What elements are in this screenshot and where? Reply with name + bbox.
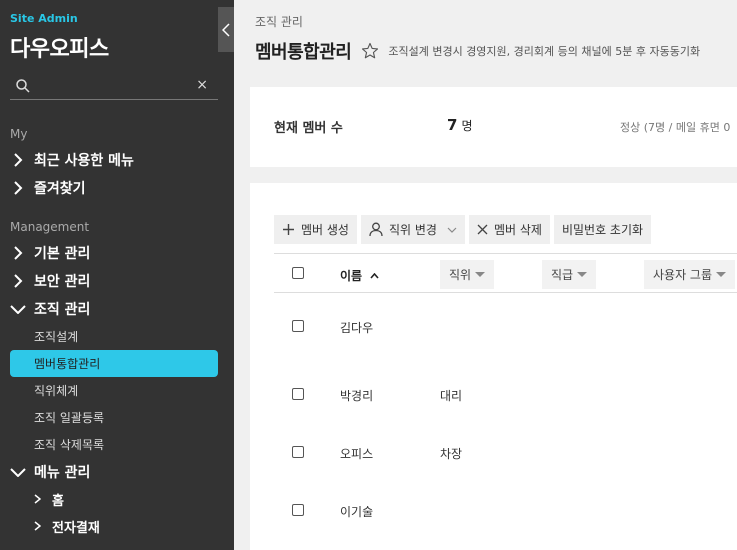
reset-password-button[interactable]: 비밀번호 초기화 bbox=[553, 215, 652, 244]
row-checkbox[interactable] bbox=[292, 446, 304, 458]
member-count-card: 현재 멤버 수 7명 정상 (7명 / 메일 휴면 0 bbox=[250, 87, 737, 167]
chevron-right-icon bbox=[10, 245, 26, 261]
search-icon bbox=[16, 79, 30, 93]
title-row: 멤버통합관리 조직설계 변경시 경영지원, 경리회계 등의 채널에 5분 후 자… bbox=[255, 38, 700, 64]
sidebar-item-security[interactable]: 보안 관리 bbox=[10, 270, 90, 292]
sidebar-sub-deleted[interactable]: 조직 삭제목록 bbox=[34, 434, 104, 454]
sort-up-icon bbox=[370, 272, 379, 279]
row-checkbox[interactable] bbox=[292, 320, 304, 332]
column-user-group-label: 사용자 그룹 bbox=[653, 268, 713, 282]
sidebar-sub-approval[interactable]: 전자결재 bbox=[34, 516, 100, 536]
sidebar: Site Admin 다우오피스 × My 최근 사용한 메뉴 즐겨찾기 Man… bbox=[0, 0, 234, 550]
page-title: 멤버통합관리 bbox=[255, 42, 352, 63]
sidebar-item-label: 최근 사용한 메뉴 bbox=[34, 153, 134, 169]
row-name[interactable]: 박경리 bbox=[340, 387, 373, 404]
main-content: 조직 관리 멤버통합관리 조직설계 변경시 경영지원, 경리회계 등의 채널에 … bbox=[234, 0, 737, 550]
close-icon bbox=[477, 224, 488, 235]
caret-down-icon bbox=[716, 272, 727, 277]
chevron-right-icon bbox=[10, 152, 26, 168]
plus-icon bbox=[282, 223, 295, 236]
sidebar-search-input[interactable]: × bbox=[10, 73, 218, 100]
column-name-header[interactable]: 이름 bbox=[340, 267, 379, 284]
row-name[interactable]: 오피스 bbox=[340, 445, 373, 462]
sidebar-item-basic[interactable]: 기본 관리 bbox=[10, 242, 90, 264]
row-name[interactable]: 이기술 bbox=[340, 503, 373, 520]
change-position-button[interactable]: 직위 변경 bbox=[360, 215, 465, 244]
section-my: My bbox=[10, 127, 28, 141]
create-member-button[interactable]: 멤버 생성 bbox=[274, 215, 357, 244]
chevron-right-icon bbox=[10, 180, 26, 196]
member-table-card: 멤버 생성 직위 변경 멤버 삭제 비밀번호 초기화 이름 직위 직급 사용자 … bbox=[250, 183, 737, 550]
sidebar-item-label: 기본 관리 bbox=[34, 246, 91, 262]
sidebar-sub-org-design[interactable]: 조직설계 bbox=[34, 326, 78, 346]
member-count-label: 현재 멤버 수 bbox=[274, 121, 343, 136]
chevron-left-icon bbox=[222, 22, 230, 37]
column-rank-label: 직급 bbox=[551, 268, 574, 282]
chevron-right-icon bbox=[10, 273, 26, 289]
row-checkbox[interactable] bbox=[292, 388, 304, 400]
sidebar-item-org[interactable]: 조직 관리 bbox=[10, 298, 90, 320]
sidebar-sub-bulk[interactable]: 조직 일괄등록 bbox=[34, 407, 104, 427]
column-rank-filter[interactable]: 직급 bbox=[542, 260, 597, 289]
member-count-unit: 명 bbox=[461, 119, 473, 133]
column-user-group-filter[interactable]: 사용자 그룹 bbox=[644, 260, 736, 289]
member-count-value: 7명 bbox=[447, 116, 472, 134]
sidebar-sub-home[interactable]: 홈 bbox=[34, 489, 64, 509]
caret-down-icon bbox=[475, 272, 486, 277]
row-checkbox[interactable] bbox=[292, 504, 304, 516]
section-management: Management bbox=[10, 220, 90, 234]
sidebar-item-menu[interactable]: 메뉴 관리 bbox=[10, 461, 90, 483]
sidebar-item-label: 보안 관리 bbox=[34, 274, 91, 290]
toolbar: 멤버 생성 직위 변경 멤버 삭제 비밀번호 초기화 bbox=[274, 215, 652, 244]
sidebar-collapse-button[interactable] bbox=[218, 7, 234, 52]
chevron-right-icon bbox=[34, 521, 46, 531]
delete-member-button[interactable]: 멤버 삭제 bbox=[468, 215, 550, 244]
star-icon[interactable] bbox=[361, 42, 379, 60]
select-all-checkbox[interactable] bbox=[292, 267, 304, 279]
change-position-label: 직위 변경 bbox=[388, 223, 437, 237]
site-admin-label: Site Admin bbox=[10, 12, 78, 25]
sidebar-item-label: 메뉴 관리 bbox=[34, 465, 91, 481]
table-header: 이름 직위 직급 사용자 그룹 bbox=[274, 253, 737, 293]
caret-down-icon bbox=[577, 272, 588, 277]
page-description: 조직설계 변경시 경영지원, 경리회계 등의 채널에 5분 후 자동동기화 bbox=[388, 45, 701, 58]
chevron-down-icon bbox=[10, 464, 26, 480]
sidebar-item-label: 조직 관리 bbox=[34, 302, 91, 318]
sidebar-item-label: 홈 bbox=[52, 493, 64, 509]
clear-icon[interactable]: × bbox=[196, 77, 208, 93]
chevron-down-icon bbox=[447, 227, 457, 233]
sidebar-item-label: 전자결재 bbox=[52, 520, 100, 536]
sidebar-sub-member-mgmt[interactable]: 멤버통합관리 bbox=[10, 350, 218, 377]
breadcrumb: 조직 관리 bbox=[255, 15, 303, 29]
row-position: 대리 bbox=[440, 389, 463, 403]
person-icon bbox=[369, 222, 383, 237]
sidebar-item-recent[interactable]: 최근 사용한 메뉴 bbox=[10, 149, 134, 171]
row-position: 차장 bbox=[440, 447, 463, 461]
column-position-filter[interactable]: 직위 bbox=[440, 260, 495, 289]
sidebar-sub-position[interactable]: 직위체계 bbox=[34, 380, 78, 400]
member-count-number: 7 bbox=[447, 116, 458, 134]
column-position-label: 직위 bbox=[449, 268, 472, 282]
chevron-right-icon bbox=[34, 494, 46, 504]
brand-logo[interactable]: 다우오피스 bbox=[10, 31, 109, 63]
member-status: 정상 (7명 / 메일 휴면 0 bbox=[620, 121, 731, 134]
row-name[interactable]: 김다우 bbox=[340, 319, 373, 336]
column-name-label: 이름 bbox=[340, 269, 363, 283]
create-member-label: 멤버 생성 bbox=[301, 223, 349, 237]
sidebar-item-label: 즐겨찾기 bbox=[34, 181, 86, 197]
sidebar-item-favorites[interactable]: 즐겨찾기 bbox=[10, 177, 86, 199]
delete-member-label: 멤버 삭제 bbox=[493, 223, 542, 237]
chevron-down-icon bbox=[10, 301, 26, 317]
